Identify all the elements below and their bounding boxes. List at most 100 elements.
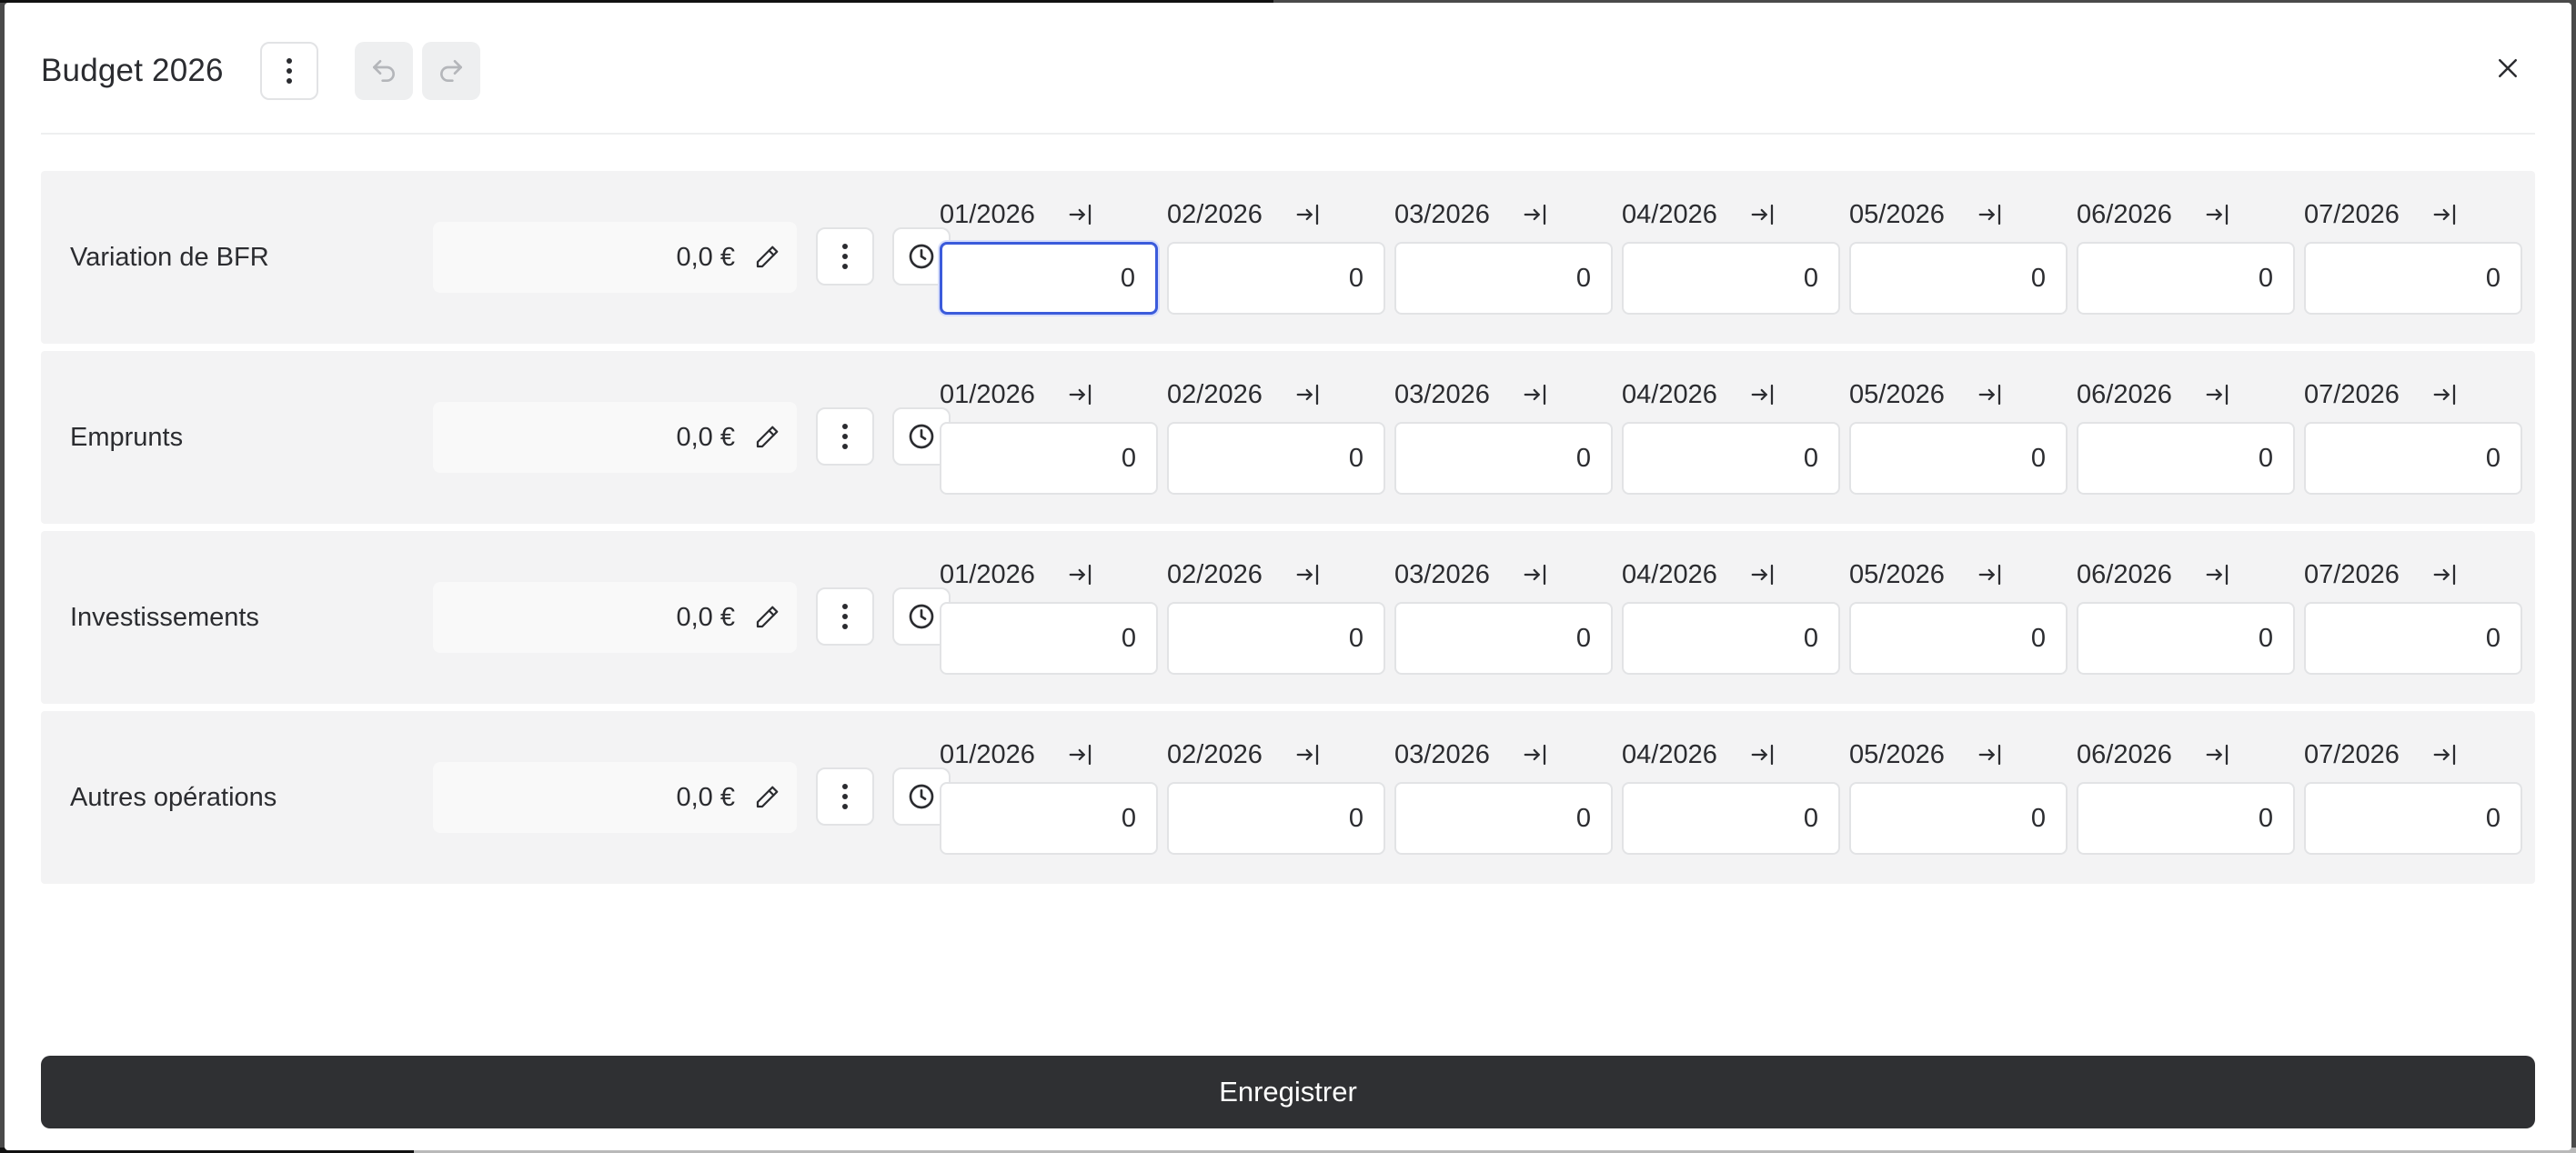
more-options-button[interactable] — [259, 42, 318, 100]
copy-forward-icon[interactable] — [1522, 561, 1549, 588]
copy-forward-icon[interactable] — [2431, 741, 2459, 768]
month-value-input[interactable] — [1622, 602, 1840, 675]
copy-forward-icon[interactable] — [1067, 561, 1094, 588]
budget-row: Investissements 0,0 € 01/2026 02/2026 — [41, 531, 2535, 704]
copy-forward-icon[interactable] — [2431, 381, 2459, 408]
save-button[interactable]: Enregistrer — [41, 1056, 2535, 1128]
copy-forward-icon[interactable] — [2204, 561, 2231, 588]
month-value-input[interactable] — [1622, 782, 1840, 855]
month-value-input[interactable] — [1622, 242, 1840, 315]
copy-forward-icon[interactable] — [1749, 381, 1776, 408]
pencil-icon[interactable] — [753, 784, 780, 811]
month-label: 03/2026 — [1394, 199, 1490, 229]
row-total-field[interactable]: 0,0 € — [433, 402, 797, 473]
modal-header: Budget 2026 — [41, 39, 2535, 103]
month-value-input[interactable] — [1849, 242, 2068, 315]
redo-button[interactable] — [421, 42, 480, 100]
month-value-input[interactable] — [1394, 602, 1613, 675]
month-header: 01/2026 — [940, 196, 1158, 233]
month-label: 07/2026 — [2304, 559, 2400, 589]
month-label: 07/2026 — [2304, 199, 2400, 229]
month-value-input[interactable] — [1167, 782, 1385, 855]
clock-icon — [909, 244, 934, 269]
month-cell: 03/2026 — [1394, 376, 1613, 495]
copy-forward-icon[interactable] — [1522, 381, 1549, 408]
month-header: 01/2026 — [940, 556, 1158, 593]
month-label: 06/2026 — [2077, 379, 2172, 409]
copy-forward-icon[interactable] — [1977, 201, 2004, 228]
copy-forward-icon[interactable] — [2431, 201, 2459, 228]
pencil-icon[interactable] — [753, 604, 780, 631]
month-header: 07/2026 — [2304, 376, 2522, 413]
row-total-field[interactable]: 0,0 € — [433, 762, 797, 833]
row-total-value: 0,0 € — [676, 782, 736, 812]
copy-forward-icon[interactable] — [1294, 561, 1322, 588]
month-value-input[interactable] — [1167, 602, 1385, 675]
copy-forward-icon[interactable] — [1067, 201, 1094, 228]
copy-forward-icon[interactable] — [1977, 381, 2004, 408]
copy-forward-icon[interactable] — [1749, 201, 1776, 228]
month-label: 01/2026 — [940, 559, 1035, 589]
copy-forward-icon[interactable] — [1749, 741, 1776, 768]
month-value-input[interactable] — [940, 782, 1158, 855]
month-value-input[interactable] — [940, 422, 1158, 495]
month-label: 02/2026 — [1167, 199, 1263, 229]
month-value-input[interactable] — [2077, 602, 2295, 675]
budget-modal: Budget 2026 Variation de BFR 0,0 € 01/20… — [5, 3, 2571, 1150]
month-header: 06/2026 — [2077, 376, 2295, 413]
month-value-input[interactable] — [2077, 242, 2295, 315]
copy-forward-icon[interactable] — [1294, 741, 1322, 768]
month-value-input[interactable] — [2077, 422, 2295, 495]
month-header: 02/2026 — [1167, 376, 1385, 413]
month-cell: 04/2026 — [1622, 196, 1840, 315]
copy-forward-icon[interactable] — [1294, 201, 1322, 228]
month-value-input[interactable] — [1849, 422, 2068, 495]
copy-forward-icon[interactable] — [1749, 561, 1776, 588]
month-cell: 05/2026 — [1849, 737, 2068, 855]
copy-forward-icon[interactable] — [1294, 381, 1322, 408]
vertical-dots-icon — [842, 244, 848, 269]
month-value-input[interactable] — [2304, 242, 2522, 315]
row-total-field[interactable]: 0,0 € — [433, 582, 797, 653]
copy-forward-icon[interactable] — [1522, 201, 1549, 228]
month-value-input[interactable] — [2304, 422, 2522, 495]
copy-forward-icon[interactable] — [1977, 561, 2004, 588]
month-value-input[interactable] — [1394, 422, 1613, 495]
copy-forward-icon[interactable] — [1067, 381, 1094, 408]
row-options-button[interactable] — [816, 227, 874, 286]
copy-forward-icon[interactable] — [2204, 741, 2231, 768]
month-cell: 03/2026 — [1394, 196, 1613, 315]
copy-forward-icon[interactable] — [1977, 741, 2004, 768]
copy-forward-icon[interactable] — [2204, 201, 2231, 228]
pencil-icon[interactable] — [753, 244, 780, 271]
month-value-input[interactable] — [940, 242, 1158, 315]
month-value-input[interactable] — [1622, 422, 1840, 495]
month-header: 04/2026 — [1622, 196, 1840, 233]
month-header: 03/2026 — [1394, 556, 1613, 593]
copy-forward-icon[interactable] — [1522, 741, 1549, 768]
month-value-input[interactable] — [940, 602, 1158, 675]
row-options-button[interactable] — [816, 587, 874, 646]
row-options-button[interactable] — [816, 767, 874, 826]
row-options-button[interactable] — [816, 407, 874, 466]
month-header: 04/2026 — [1622, 376, 1840, 413]
month-value-input[interactable] — [1849, 782, 2068, 855]
copy-forward-icon[interactable] — [2431, 561, 2459, 588]
row-total-field[interactable]: 0,0 € — [433, 222, 797, 293]
month-value-input[interactable] — [1394, 782, 1613, 855]
month-value-input[interactable] — [2077, 782, 2295, 855]
pencil-icon[interactable] — [753, 424, 780, 451]
copy-forward-icon[interactable] — [1067, 741, 1094, 768]
month-value-input[interactable] — [2304, 602, 2522, 675]
copy-forward-icon[interactable] — [2204, 381, 2231, 408]
month-value-input[interactable] — [1394, 242, 1613, 315]
month-header: 04/2026 — [1622, 737, 1840, 773]
month-value-input[interactable] — [1167, 422, 1385, 495]
month-value-input[interactable] — [1849, 602, 2068, 675]
budget-row: Autres opérations 0,0 € 01/2026 02/2026 — [41, 711, 2535, 884]
close-button[interactable] — [2486, 46, 2530, 90]
month-label: 02/2026 — [1167, 559, 1263, 589]
undo-button[interactable] — [354, 42, 413, 100]
month-value-input[interactable] — [1167, 242, 1385, 315]
month-value-input[interactable] — [2304, 782, 2522, 855]
